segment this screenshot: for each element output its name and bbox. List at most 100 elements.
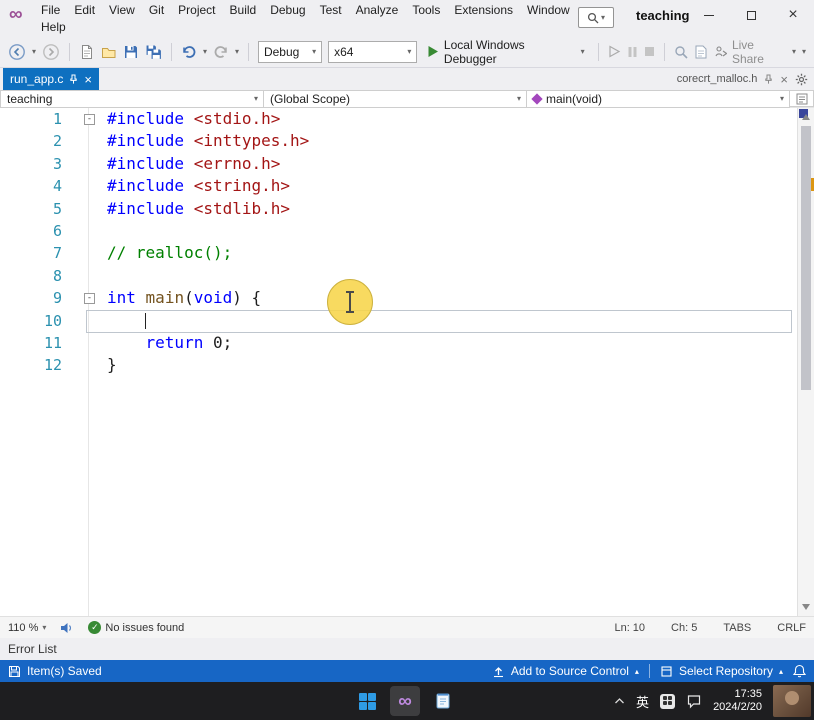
menu-item-tools[interactable]: Tools: [405, 2, 447, 19]
code-line-3[interactable]: 3#include <errno.h>: [0, 153, 814, 175]
save-icon[interactable]: [123, 44, 139, 60]
document-tab-bar: run_app.c × corecrt_malloc.h ×: [0, 68, 814, 90]
language-indicator[interactable]: 英: [636, 692, 649, 711]
navigate-back-icon[interactable]: [8, 43, 26, 61]
code-line-9[interactable]: 9-int main(void) {: [0, 287, 814, 309]
fold-collapse-icon[interactable]: -: [84, 114, 95, 125]
menu-item-edit[interactable]: Edit: [67, 2, 102, 19]
eol-indicator[interactable]: CRLF: [777, 622, 806, 634]
chevron-down-icon: ▾: [312, 48, 316, 56]
undo-icon[interactable]: [181, 44, 197, 60]
menu-item-analyze[interactable]: Analyze: [349, 2, 406, 19]
find-in-files-icon[interactable]: [674, 45, 688, 59]
menu-item-file[interactable]: File: [34, 2, 67, 19]
tab-run-app-c[interactable]: run_app.c ×: [3, 68, 99, 90]
notepad-icon: [435, 692, 451, 710]
undo-dropdown-icon[interactable]: ▾: [203, 48, 207, 56]
select-repository-button[interactable]: Select Repository ▴: [660, 664, 783, 678]
redo-dropdown-icon[interactable]: ▾: [235, 48, 239, 56]
run-label: Local Windows Debugger: [444, 38, 576, 66]
code-line-2[interactable]: 2#include <inttypes.h>: [0, 130, 814, 152]
text-cursor-icon: [349, 293, 351, 311]
chevron-down-icon: ▾: [792, 48, 796, 56]
line-number: 12: [0, 354, 72, 376]
code-line-1[interactable]: 1-#include <stdio.h>: [0, 108, 814, 130]
add-to-source-control-button[interactable]: Add to Source Control ▴: [492, 664, 639, 678]
tab-corecrt-malloc-h[interactable]: corecrt_malloc.h: [677, 73, 758, 85]
live-share-label: Live Share: [732, 38, 787, 66]
chevron-down-icon: ▾: [780, 95, 784, 103]
scroll-up-arrow-icon[interactable]: [802, 114, 810, 120]
status-divider: [649, 664, 650, 678]
menu-bar: FileEditViewGitProjectBuildDebugTestAnal…: [34, 2, 606, 36]
start-debugging-button[interactable]: Local Windows Debugger ▾: [423, 38, 588, 66]
code-line-12[interactable]: 12}: [0, 354, 814, 376]
issues-status[interactable]: ✓ No issues found: [88, 621, 184, 634]
menu-item-build[interactable]: Build: [223, 2, 264, 19]
solution-platforms-dropdown[interactable]: x64 ▾: [328, 41, 417, 63]
ime-icon[interactable]: [660, 694, 675, 709]
editor-status-bar: 110 % ▾ ✓ No issues found Ln: 10 Ch: 5 T…: [0, 616, 814, 638]
code-line-6[interactable]: 6: [0, 220, 814, 242]
menu-item-git[interactable]: Git: [142, 2, 171, 19]
code-line-5[interactable]: 5#include <stdlib.h>: [0, 198, 814, 220]
start-without-debugging-icon[interactable]: [608, 45, 621, 58]
read-aloud-button[interactable]: [60, 622, 74, 634]
menu-item-test[interactable]: Test: [313, 2, 349, 19]
scroll-down-arrow-icon[interactable]: [802, 604, 810, 610]
solution-configurations-dropdown[interactable]: Debug ▾: [258, 41, 322, 63]
vertical-scrollbar[interactable]: [797, 108, 814, 616]
line-indicator[interactable]: Ln: 10: [614, 622, 645, 634]
pin-icon[interactable]: [69, 74, 78, 84]
menu-item-debug[interactable]: Debug: [263, 2, 312, 19]
notifications-bell-icon[interactable]: [793, 664, 806, 678]
close-tab-icon[interactable]: ×: [780, 73, 788, 86]
menu-item-extensions[interactable]: Extensions: [447, 2, 520, 19]
code-editor[interactable]: 1-#include <stdio.h>2#include <inttypes.…: [0, 108, 814, 616]
live-share-button[interactable]: Live Share ▾: [714, 38, 796, 66]
search-box[interactable]: ▾: [578, 7, 614, 28]
error-list-panel-tab[interactable]: Error List: [0, 638, 814, 660]
open-file-icon[interactable]: [101, 44, 117, 60]
code-line-11[interactable]: 11 return 0;: [0, 332, 814, 354]
menu-item-view[interactable]: View: [102, 2, 142, 19]
column-indicator[interactable]: Ch: 5: [671, 622, 697, 634]
line-number: 7: [0, 242, 72, 264]
new-file-icon[interactable]: [79, 44, 95, 60]
menu-item-window[interactable]: Window: [520, 2, 577, 19]
solution-explorer-icon[interactable]: [694, 44, 708, 59]
code-line-4[interactable]: 4#include <string.h>: [0, 175, 814, 197]
menu-item-project[interactable]: Project: [171, 2, 222, 19]
toolbar-overflow-icon[interactable]: ▾: [802, 48, 806, 56]
code-line-7[interactable]: 7// realloc();: [0, 242, 814, 264]
chevron-up-icon[interactable]: [614, 697, 625, 705]
chat-icon[interactable]: [686, 693, 702, 709]
minimize-button[interactable]: [688, 0, 730, 30]
restore-button[interactable]: [730, 0, 772, 30]
member-dropdown[interactable]: main(void) ▾: [527, 90, 790, 108]
navigate-forward-icon[interactable]: [42, 43, 60, 61]
document-outline-icon[interactable]: [790, 90, 814, 107]
menu-item-help[interactable]: Help: [34, 19, 73, 36]
gear-icon[interactable]: [795, 73, 808, 86]
zoom-dropdown[interactable]: 110 % ▾: [8, 622, 46, 634]
taskbar-notepad-icon[interactable]: [428, 686, 458, 716]
close-button[interactable]: ×: [772, 0, 814, 30]
indent-indicator[interactable]: TABS: [723, 622, 751, 634]
project-dropdown[interactable]: teaching ▾: [0, 90, 264, 108]
line-number: 1: [0, 108, 72, 130]
redo-icon[interactable]: [213, 44, 229, 60]
taskbar-visual-studio-icon[interactable]: ∞: [390, 686, 420, 716]
scrollbar-thumb[interactable]: [801, 126, 811, 390]
fold-collapse-icon[interactable]: -: [84, 293, 95, 304]
start-button[interactable]: [352, 686, 382, 716]
navigate-back-dropdown-icon[interactable]: ▾: [32, 48, 36, 56]
code-line-10[interactable]: 10: [0, 310, 814, 332]
code-line-8[interactable]: 8: [0, 265, 814, 287]
chevron-down-icon: ▾: [601, 14, 605, 22]
pin-icon[interactable]: [764, 74, 773, 84]
scope-dropdown[interactable]: (Global Scope) ▾: [264, 90, 527, 108]
save-all-icon[interactable]: [145, 44, 162, 60]
taskbar-clock[interactable]: 17:35 2024/2/20: [713, 688, 762, 714]
close-tab-icon[interactable]: ×: [84, 73, 92, 86]
